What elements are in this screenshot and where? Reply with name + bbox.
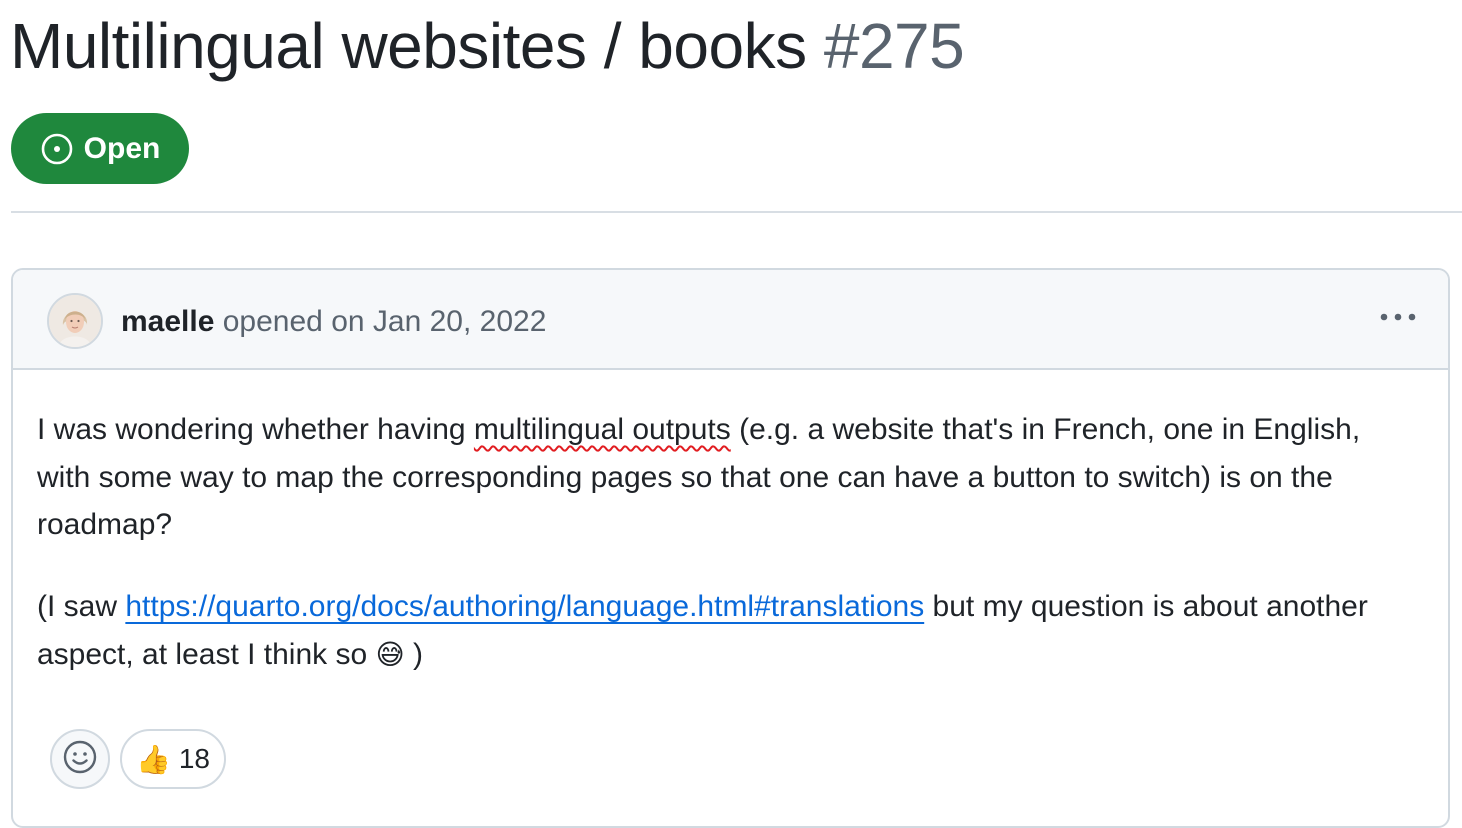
author-link[interactable]: maelle [121,305,214,338]
comment-header: maelle opened on Jan 20, 2022 [13,270,1448,370]
p2-text-before: (I saw [37,590,126,623]
comment-options-button[interactable] [1376,300,1420,336]
issue-state-label: Open [83,131,161,165]
kebab-horizontal-icon [1378,309,1418,327]
avatar[interactable] [47,293,103,349]
issue-opened-icon [40,132,74,166]
thumbs-up-emoji: 👍 [135,743,171,775]
misspelled-phrase: multilingual outputs [473,413,731,446]
issue-title-text: Multilingual websites / books [10,10,807,82]
p2-text-end: ) [404,637,424,671]
thumbs-up-count: 18 [178,743,211,774]
sweat-smile-emoji: 😅 [375,638,405,670]
comment-paragraph-2: (I saw https://quarto.org/docs/authoring… [37,583,1417,678]
thumbs-up-reaction[interactable]: 👍 18 [120,729,226,789]
add-reaction-button[interactable] [50,729,110,789]
issue-state-badge: Open [11,113,189,184]
header-divider [11,211,1462,213]
translations-link[interactable]: https://quarto.org/docs/authoring/langua… [125,590,924,623]
p1-text-before: I was wondering whether having [37,413,474,446]
comment-meta: maelle opened on Jan 20, 2022 [121,302,546,342]
issue-number: #275 [823,10,965,82]
comment-action-text: opened on Jan 20, 2022 [222,305,547,338]
issue-title: Multilingual websites / books #275 [10,4,965,88]
comment-paragraph-1: I was wondering whether having multiling… [37,406,1417,549]
smiley-icon [62,739,98,780]
